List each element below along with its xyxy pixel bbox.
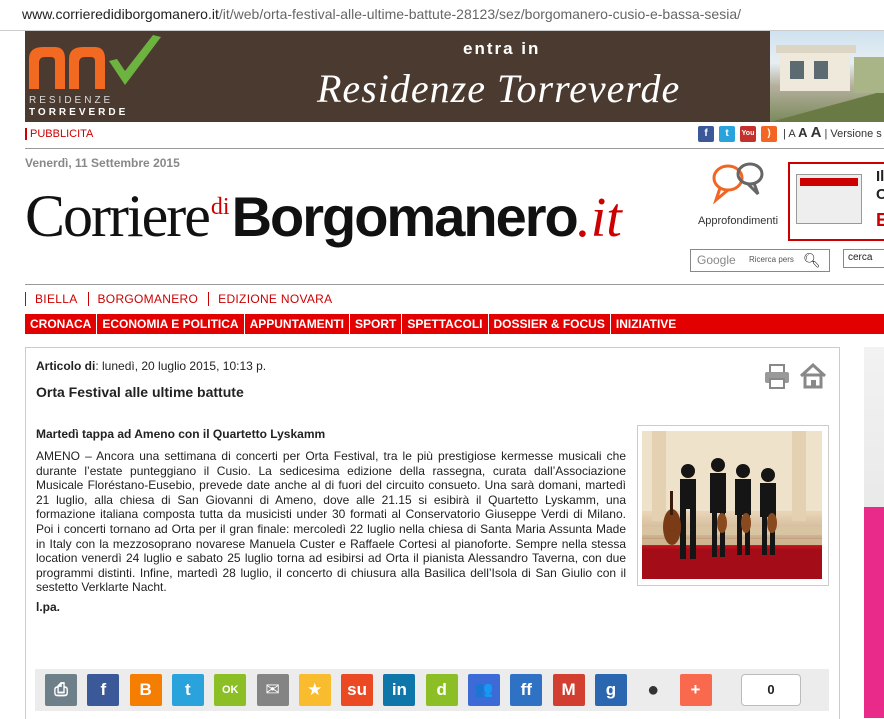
divider (25, 148, 884, 149)
article-panel: Articolo di: lunedì, 20 luglio 2015, 10:… (25, 347, 840, 719)
promo-text-2: C (876, 186, 884, 203)
favorites-share-icon[interactable]: ★ (298, 674, 331, 706)
edition-nav: BIELLA BORGOMANERO EDIZIONE NOVARA (25, 292, 342, 306)
google-share-icon[interactable]: g (594, 674, 627, 706)
friendfeed-share-icon[interactable]: ff (510, 674, 543, 706)
linkedin-share-icon[interactable]: in (383, 674, 416, 706)
url-text[interactable]: www.corrieredidiborgomanero.it/it/web/or… (22, 6, 741, 22)
article-author: l.pa. (36, 600, 61, 614)
share-count: 0 (741, 674, 801, 706)
google-search-box[interactable]: Google Ricerca pers 🔍︎ (690, 249, 830, 272)
more-share-icon[interactable]: + (679, 674, 712, 706)
article-photo[interactable] (637, 425, 829, 586)
google-label: Google (697, 253, 736, 267)
residenze-logo: RESIDENZE TORREVERDE (25, 31, 170, 122)
email-share-icon[interactable]: ✉ (256, 674, 289, 706)
font-size-small[interactable]: A (788, 128, 795, 140)
cerca-button[interactable]: cerca (843, 249, 884, 268)
site-logo[interactable]: CorrierediBorgomanero.it (25, 182, 622, 251)
quartet-photo (642, 431, 822, 579)
stumbleupon-share-icon[interactable]: su (341, 674, 374, 706)
search-icon[interactable]: 🔍︎ (803, 252, 821, 269)
youtube-icon[interactable]: You (740, 126, 756, 142)
nav-sport[interactable]: SPORT (350, 314, 403, 334)
promo-text-1: Il (876, 168, 884, 185)
facebook-icon[interactable]: f (698, 126, 714, 142)
logo-corriere: Corriere (25, 183, 211, 249)
print-icon[interactable] (763, 362, 791, 390)
print-share-icon[interactable]: ⎙ (45, 674, 77, 706)
logo-borgomanero: Borgomanero (231, 185, 579, 248)
font-size-switcher: | A A A | Versione s (783, 124, 882, 141)
logo-di: di (210, 194, 230, 220)
side-ad[interactable] (864, 347, 884, 718)
nav-economia-politica[interactable]: ECONOMIA E POLITICA (97, 314, 245, 334)
divider (25, 284, 884, 285)
oknotizie-share-icon[interactable]: OK (214, 674, 247, 706)
nav-iniziative[interactable]: INIZIATIVE (611, 314, 681, 334)
myspace-share-icon[interactable]: 👥 (468, 674, 500, 706)
nav-biella[interactable]: BIELLA (25, 292, 88, 306)
logo-text-line2: TORREVERDE (29, 107, 129, 118)
diigo-share-icon[interactable]: d (425, 674, 458, 706)
home-icon[interactable] (799, 362, 827, 390)
nav-dossier-focus[interactable]: DOSSIER & FOCUS (489, 314, 611, 334)
approfondimenti-label: Approfondimenti (697, 215, 779, 227)
article-body: AMENO – Ancora una settimana di concerti… (36, 449, 626, 595)
ricerca-label: Ricerca pers (749, 255, 794, 264)
twitter-share-icon[interactable]: t (171, 674, 204, 706)
nav-edizione-novara[interactable]: EDIZIONE NOVARA (208, 292, 342, 306)
blogger-share-icon[interactable]: B (129, 674, 162, 706)
banner-house-photo (770, 31, 884, 122)
rss-icon[interactable]: ) (761, 126, 777, 142)
banner-ad[interactable]: RESIDENZE TORREVERDE entra in Residenze … (25, 31, 884, 122)
versione-link[interactable]: Versione s (830, 128, 881, 140)
promo-text-3: E (876, 210, 884, 231)
font-size-medium[interactable]: A (798, 125, 807, 140)
approfondimenti-link[interactable]: Approfondimenti (688, 160, 788, 227)
article-title: Orta Festival alle ultime battute (36, 384, 244, 400)
newspaper-thumbnail (796, 174, 862, 224)
pubblicita-link[interactable]: PUBBLICITA (25, 128, 93, 140)
top-strip: PUBBLICITA f t You ) | A A A | Versione … (25, 124, 884, 144)
article-meta: Articolo di: lunedì, 20 luglio 2015, 10:… (36, 359, 267, 373)
share-bar: ⎙ f Bt OK ✉ ★ su in d 👥 ff Mg ● + 0 (35, 669, 829, 711)
nav-appuntamenti[interactable]: APPUNTAMENTI (245, 314, 351, 334)
address-bar[interactable]: www.corrieredidiborgomanero.it/it/web/or… (0, 0, 884, 31)
font-size-large[interactable]: A (811, 124, 822, 141)
facebook-share-icon[interactable]: f (87, 674, 120, 706)
logo-it: .it (576, 187, 622, 249)
side-ad-pink-panel (864, 507, 884, 718)
logo-text-line1: RESIDENZE (29, 95, 114, 106)
nav-spettacoli[interactable]: SPETTACOLI (402, 314, 489, 334)
banner-brand: Residenze Torreverde (317, 66, 681, 111)
banner-tagline: entra in (463, 39, 541, 58)
article-subtitle: Martedì tappa ad Ameno con il Quartetto … (36, 427, 326, 441)
twitter-icon[interactable]: t (719, 126, 735, 142)
current-date: Venerdì, 11 Settembre 2015 (25, 156, 180, 170)
reddit-share-icon[interactable]: ● (637, 674, 670, 706)
edicola-promo[interactable]: Il C E (788, 162, 884, 241)
nav-cronaca[interactable]: CRONACA (25, 314, 98, 334)
speech-bubbles-icon (712, 162, 764, 205)
section-nav: CRONACA ECONOMIA E POLITICA APPUNTAMENTI SP… (25, 314, 884, 334)
nav-borgomanero[interactable]: BORGOMANERO (87, 292, 209, 306)
gmail-share-icon[interactable]: M (552, 674, 585, 706)
